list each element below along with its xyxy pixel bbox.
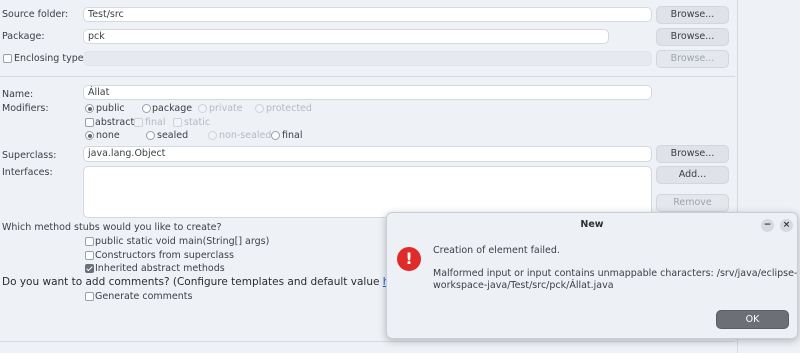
name-input[interactable]: Állat <box>83 85 652 100</box>
comments-question-text: Do you want to add comments? (Configure … <box>2 276 383 288</box>
package-browse-button[interactable]: Browse... <box>656 28 729 46</box>
modifier-package-radio[interactable] <box>142 104 151 113</box>
interfaces-add-button[interactable]: Add... <box>656 166 729 184</box>
generate-comments-checkbox[interactable] <box>85 292 94 301</box>
generate-comments-label: Generate comments <box>95 291 193 302</box>
close-icon[interactable]: × <box>780 219 793 232</box>
interfaces-list[interactable] <box>83 166 652 218</box>
modifier-sealed-radio[interactable] <box>146 131 155 140</box>
modifier-final-label: final <box>145 117 166 128</box>
interfaces-label: Interfaces: <box>2 167 53 178</box>
modifier-non-sealed-radio[interactable] <box>208 131 217 140</box>
modifier-non-sealed-label: non-sealed <box>219 130 272 141</box>
enclosing-type-checkbox[interactable] <box>3 54 12 63</box>
error-icon: ! <box>397 247 421 271</box>
dialog-message-line1: Malformed input or input contains unmapp… <box>433 268 798 279</box>
ok-button[interactable]: OK <box>716 310 789 329</box>
minimize-icon[interactable]: − <box>761 219 774 232</box>
stub-constructors-checkbox[interactable] <box>85 251 94 260</box>
enclosing-type-label: Enclosing type: <box>14 53 87 64</box>
dialog-message-line2: workspace-java/Test/src/pck/Állat.java <box>433 280 614 291</box>
dialog-title: New <box>580 219 604 230</box>
stub-constructors-label: Constructors from superclass <box>95 250 234 261</box>
modifier-static-checkbox[interactable] <box>173 118 182 127</box>
source-folder-browse-button[interactable]: Browse... <box>656 6 729 24</box>
stub-inherited-label: Inherited abstract methods <box>95 263 225 274</box>
interfaces-remove-button[interactable]: Remove <box>656 194 729 212</box>
modifier-sealed-label: sealed <box>157 130 189 141</box>
modifier-static-label: static <box>184 117 211 128</box>
error-dialog: New − × ! Creation of element failed. Ma… <box>386 212 798 339</box>
separator <box>0 76 735 77</box>
modifier-final-radio[interactable] <box>271 131 280 140</box>
modifier-protected-radio[interactable] <box>255 104 264 113</box>
bottom-separator <box>0 341 735 342</box>
source-folder-label: Source folder: <box>2 9 69 20</box>
dialog-heading: Creation of element failed. <box>433 245 560 256</box>
modifier-package-label: package <box>152 103 193 114</box>
modifier-abstract-label: abstract <box>95 117 135 128</box>
modifier-public-radio[interactable] <box>85 104 94 113</box>
modifier-none-radio[interactable] <box>85 131 94 140</box>
comments-question: Do you want to add comments? (Configure … <box>2 276 411 288</box>
enclosing-type-browse-button[interactable]: Browse... <box>656 50 729 68</box>
package-input[interactable]: pck <box>83 29 609 44</box>
modifier-final-radio-label: final <box>282 130 303 141</box>
modifier-abstract-checkbox[interactable] <box>85 118 94 127</box>
modifier-protected-label: protected <box>266 103 312 114</box>
stub-inherited-checkbox[interactable] <box>85 264 94 273</box>
enclosing-type-input[interactable] <box>83 51 652 66</box>
modifier-public-label: public <box>96 103 125 114</box>
superclass-browse-button[interactable]: Browse... <box>656 145 729 163</box>
stub-main-checkbox[interactable] <box>85 237 94 246</box>
package-label: Package: <box>2 31 45 42</box>
stub-main-label: public static void main(String[] args) <box>95 236 270 247</box>
modifier-final-checkbox[interactable] <box>134 118 143 127</box>
method-stubs-question: Which method stubs would you like to cre… <box>2 222 222 233</box>
modifier-private-label: private <box>209 103 243 114</box>
modifier-private-radio[interactable] <box>198 104 207 113</box>
name-label: Name: <box>2 89 34 100</box>
modifier-none-label: none <box>96 130 120 141</box>
modifiers-label: Modifiers: <box>2 103 49 114</box>
source-folder-input[interactable]: Test/src <box>83 7 652 22</box>
superclass-label: Superclass: <box>2 150 57 161</box>
superclass-input[interactable]: java.lang.Object <box>83 146 652 162</box>
